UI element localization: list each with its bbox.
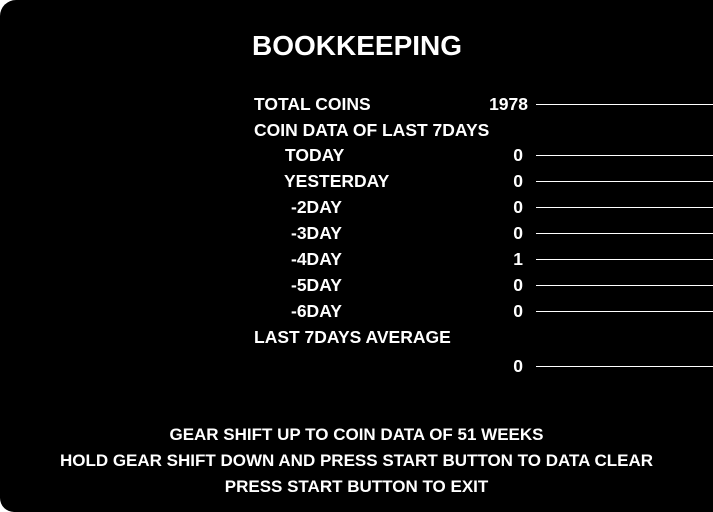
day-label-today: TODAY: [285, 145, 345, 165]
average-label: LAST 7DAYS AVERAGE: [254, 327, 451, 347]
day-label-4day: -4DAY: [291, 249, 342, 269]
day-label-6day: -6DAY: [291, 301, 342, 321]
day-label-3day: -3DAY: [291, 223, 342, 243]
total-coins-rule: [536, 104, 713, 105]
day-label-2day: -2DAY: [291, 197, 342, 217]
instruction-line-exit: PRESS START BUTTON TO EXIT: [224, 477, 489, 496]
instruction-line-weeks: GEAR SHIFT UP TO COIN DATA OF 51 WEEKS: [169, 425, 544, 444]
day-rule-2day: [536, 207, 713, 208]
day-value-3day: 0: [513, 223, 523, 243]
day-value-5day: 0: [513, 275, 523, 295]
page-title: BOOKKEEPING: [252, 30, 463, 61]
total-coins-value: 1978: [489, 94, 528, 114]
instruction-line-clear: HOLD GEAR SHIFT DOWN AND PRESS START BUT…: [59, 451, 654, 470]
day-value-2day: 0: [513, 197, 523, 217]
day-rule-4day: [536, 259, 713, 260]
day-value-6day: 0: [513, 301, 523, 321]
day-value-yesterday: 0: [513, 171, 523, 191]
day-rule-5day: [536, 285, 713, 286]
day-rule-3day: [536, 233, 713, 234]
day-label-yesterday: YESTERDAY: [284, 171, 390, 191]
day-value-today: 0: [513, 145, 523, 165]
total-coins-label: TOTAL COINS: [254, 94, 371, 114]
coin-data-heading: COIN DATA OF LAST 7DAYS: [254, 120, 490, 140]
day-label-5day: -5DAY: [291, 275, 342, 295]
bookkeeping-screen: BOOKKEEPING TOTAL COINS 1978 COIN DATA O…: [0, 0, 713, 512]
day-value-4day: 1: [513, 249, 523, 269]
day-rule-yesterday: [536, 181, 713, 182]
day-rule-6day: [536, 311, 713, 312]
average-value: 0: [513, 356, 523, 376]
average-rule: [536, 366, 713, 367]
day-rule-today: [536, 155, 713, 156]
